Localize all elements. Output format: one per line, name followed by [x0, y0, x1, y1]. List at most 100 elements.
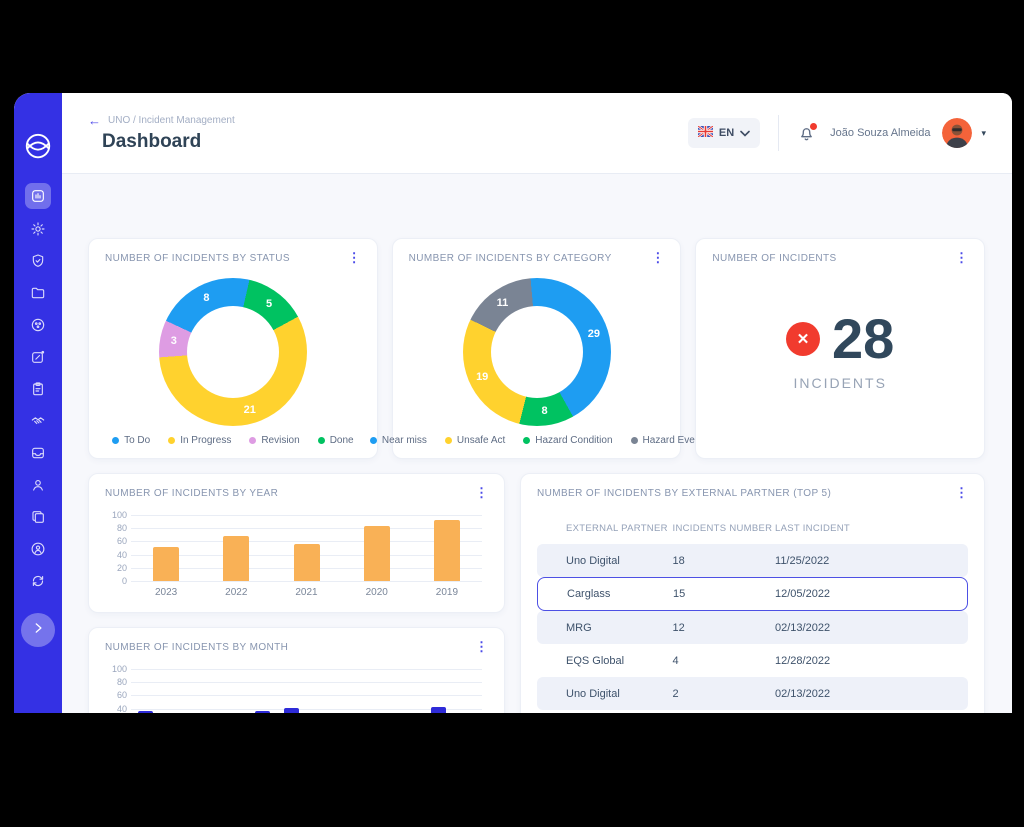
sidebar-item-handshake[interactable] [26, 409, 50, 433]
kebab-menu-icon[interactable]: ⋮ [344, 249, 365, 266]
handshake-icon [30, 413, 46, 429]
sidebar-item-sync[interactable] [26, 569, 50, 593]
language-selector[interactable]: EN [688, 118, 760, 148]
cell-partner: Uno Digital [566, 688, 673, 700]
year-x-labels: 20232022202120202019 [131, 587, 482, 598]
kebab-menu-icon[interactable]: ⋮ [951, 484, 972, 501]
sidebar-item-documents[interactable] [26, 505, 50, 529]
cell-last_incident: 02/13/2022 [775, 688, 968, 700]
top-header: ← UNO / Incident Management Dashboard [62, 93, 1012, 174]
cell-incidents: 4 [673, 655, 776, 667]
y-tick-label: 60 [105, 537, 127, 546]
bar [434, 520, 460, 581]
sidebar-item-user[interactable] [26, 473, 50, 497]
y-tick-label: 20 [105, 564, 127, 573]
x-tick-label: 2019 [412, 587, 482, 598]
legend-item: Hazard Event [631, 435, 704, 446]
table-row[interactable]: MRG1202/13/2022 [537, 611, 968, 644]
legend-item: Unsafe Act [445, 435, 505, 446]
sidebar-expand-button[interactable] [21, 613, 55, 647]
uk-flag-icon [698, 124, 713, 142]
table-row[interactable]: Carglass1512/05/2022 [537, 577, 968, 611]
partner-table-body: Uno Digital1811/25/2022Carglass1512/05/2… [537, 544, 968, 710]
dashboard-window: ← UNO / Incident Management Dashboard [14, 93, 1012, 713]
notifications-button[interactable] [797, 124, 816, 143]
cell-incidents: 12 [673, 622, 776, 634]
sidebar-item-inbox[interactable] [26, 441, 50, 465]
bar [364, 526, 390, 581]
bar [153, 547, 179, 581]
chevron-down-icon [740, 124, 750, 142]
x-tick-label: 2020 [342, 587, 412, 598]
sidebar-item-compose[interactable] [26, 345, 50, 369]
page-title: Dashboard [102, 131, 235, 153]
avatar[interactable] [942, 118, 972, 148]
card-title: NUMBER OF INCIDENTS BY STATUS [105, 253, 361, 264]
kebab-menu-icon[interactable]: ⋮ [471, 638, 492, 655]
card-title: NUMBER OF INCIDENTS BY YEAR [105, 488, 488, 499]
column-header: EXTERNAL PARTNER [566, 523, 673, 534]
folder-icon [30, 285, 46, 301]
kebab-menu-icon[interactable]: ⋮ [951, 249, 972, 266]
card-incidents-by-category: NUMBER OF INCIDENTS BY CATEGORY ⋮ 29 8 19 1… [392, 238, 682, 459]
sidebar-item-settings[interactable] [26, 217, 50, 241]
table-row[interactable]: Uno Digital1811/25/2022 [537, 544, 968, 577]
user-name[interactable]: João Souza Almeida [830, 127, 930, 139]
donut-segment-value: 8 [541, 405, 547, 417]
clipboard-icon [30, 381, 46, 397]
sidebar [14, 93, 62, 713]
breadcrumb: ← UNO / Incident Management [88, 114, 235, 127]
user-icon [30, 477, 46, 493]
sidebar-item-clipboard[interactable] [26, 377, 50, 401]
y-tick-label: 40 [105, 705, 127, 713]
user-menu-caret-icon[interactable]: ▾ [981, 128, 986, 139]
card-title: NUMBER OF INCIDENTS BY MONTH [105, 642, 488, 653]
kebab-menu-icon[interactable]: ⋮ [471, 484, 492, 501]
legend-item: Near miss [370, 435, 427, 446]
dashboard-icon [30, 188, 46, 204]
legend-item: In Progress [168, 435, 231, 446]
year-bar-chart: 100806040200 [131, 515, 482, 581]
sidebar-item-dashboard[interactable] [25, 183, 51, 209]
donut-segment-value: 19 [476, 371, 488, 383]
x-tick-label: 2022 [201, 587, 271, 598]
card-incidents-by-year: NUMBER OF INCIDENTS BY YEAR ⋮ 1008060402… [88, 473, 505, 613]
donut-segment-value: 5 [266, 298, 272, 310]
header-divider [778, 115, 779, 151]
y-tick-label: 60 [105, 691, 127, 700]
card-title: NUMBER OF INCIDENTS BY CATEGORY [409, 253, 665, 264]
user-badge-icon [30, 541, 46, 557]
column-header: INCIDENTS NUMBER [673, 523, 776, 534]
donut-segment-value: 21 [244, 404, 256, 416]
table-row[interactable]: EQS Global412/28/2022 [537, 644, 968, 677]
y-tick-label: 40 [105, 551, 127, 560]
cell-incidents: 2 [673, 688, 776, 700]
bar [223, 536, 249, 581]
inbox-icon [30, 445, 46, 461]
chevron-right-icon [31, 621, 45, 640]
category-donut-chart: 29 8 19 11 [463, 278, 611, 426]
cell-last_incident: 12/28/2022 [775, 655, 968, 667]
app-logo[interactable] [23, 131, 53, 161]
table-row[interactable]: Uno Digital202/13/2022 [537, 677, 968, 710]
legend-item: Done [318, 435, 354, 446]
sidebar-item-shield[interactable] [26, 249, 50, 273]
card-incidents-by-month: NUMBER OF INCIDENTS BY MONTH ⋮ 100806040… [88, 627, 505, 713]
donut-segment-value: 11 [497, 297, 509, 309]
sidebar-item-folder[interactable] [26, 281, 50, 305]
back-arrow-icon[interactable]: ← [88, 114, 101, 127]
status-donut-chart: 85213 [159, 278, 307, 426]
bar [431, 707, 446, 713]
donut-segment-value: 8 [203, 292, 209, 304]
cell-incidents: 18 [673, 555, 776, 567]
sidebar-item-user-badge[interactable] [26, 537, 50, 561]
sidebar-item-cluster[interactable] [26, 313, 50, 337]
kebab-menu-icon[interactable]: ⋮ [647, 249, 668, 266]
cell-partner: EQS Global [566, 655, 673, 667]
cell-incidents: 15 [673, 588, 775, 600]
incidents-label: INCIDENTS [793, 375, 886, 391]
error-x-icon: ✕ [786, 322, 820, 356]
cluster-icon [30, 317, 46, 333]
cell-last_incident: 02/13/2022 [775, 622, 968, 634]
donut-segment-value: 29 [588, 328, 600, 340]
